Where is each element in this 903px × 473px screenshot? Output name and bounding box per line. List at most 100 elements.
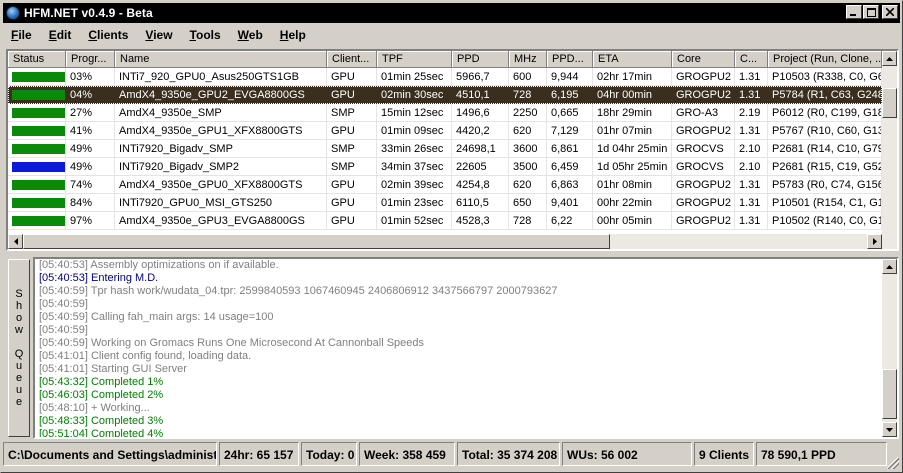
cell-ppd-mhz: 9,401 <box>547 194 593 212</box>
log-line: [05:48:33] Completed 3% <box>39 415 164 427</box>
scroll-up-button[interactable] <box>882 51 897 66</box>
scroll-left-button[interactable] <box>8 234 23 249</box>
menu-clients[interactable]: Clients <box>80 28 137 42</box>
cell-mhz: 2250 <box>509 104 547 122</box>
table-row[interactable]: 03% INTi7_920_GPU0_Asus250GTS1GB GPU 01min … <box>8 68 882 86</box>
status-indicator <box>12 180 65 190</box>
cell-eta: 04hr 00min <box>593 86 672 104</box>
grid-horizontal-thumb[interactable] <box>23 234 610 249</box>
cell-client: SMP <box>327 140 377 158</box>
cell-name: INTi7920_Bigadv_SMP <box>115 140 327 158</box>
cell-client: GPU <box>327 68 377 86</box>
cell-eta: 1d 04hr 25min <box>593 140 672 158</box>
table-row[interactable]: 41% AmdX4_9350e_GPU1_XFX8800GTS GPU 01min 0… <box>8 122 882 140</box>
minimize-button[interactable] <box>846 5 862 19</box>
cell-project: P5767 (R10, C60, G13 <box>768 122 882 140</box>
status-cell <box>8 194 66 212</box>
status-strip: C:\Documents and Settings\administ 24hr:… <box>3 442 902 468</box>
menu-web[interactable]: Web <box>230 28 272 42</box>
cell-tpf: 01min 23sec <box>377 194 452 212</box>
maximize-button[interactable] <box>863 5 879 19</box>
menu-help[interactable]: Help <box>272 28 315 42</box>
column-header[interactable]: Progr... <box>66 51 115 68</box>
column-header[interactable]: PPD... <box>547 51 593 68</box>
table-row[interactable]: 84% INTi7920_GPU0_MSI_GTS250 GPU 01min 23se… <box>8 194 882 212</box>
menu-edit[interactable]: Edit <box>41 28 81 42</box>
close-button[interactable] <box>882 5 898 19</box>
menu-view[interactable]: View <box>137 28 181 42</box>
menu-file[interactable]: File <box>3 28 41 42</box>
log-scroll-up-button[interactable] <box>882 259 897 274</box>
cell-ppd-mhz: 6,861 <box>547 140 593 158</box>
cell-ppd-mhz: 6,195 <box>547 86 593 104</box>
cell-mhz: 3500 <box>509 158 547 176</box>
cell-ppd: 24698,1 <box>452 140 509 158</box>
cell-client: SMP <box>327 158 377 176</box>
cell-project: P10503 (R338, C0, G6 <box>768 68 882 86</box>
menu-label: ile <box>18 28 32 42</box>
table-row[interactable]: 49% INTi7920_Bigadv_SMP2 SMP 34min 37sec 226… <box>8 158 882 176</box>
cell-name: AmdX4_9350e_GPU1_XFX8800GTS <box>115 122 327 140</box>
log-panel[interactable]: [05:40:53] Assembly optimizations on if … <box>33 257 899 439</box>
column-header[interactable]: TPF <box>377 51 452 68</box>
cell-name: AmdX4_9350e_GPU3_EVGA8800GS <box>115 212 327 230</box>
status-cell <box>8 158 66 176</box>
column-header[interactable]: Name <box>115 51 327 68</box>
cell-tpf: 15min 12sec <box>377 104 452 122</box>
cell-ppd-mhz: 0,665 <box>547 104 593 122</box>
cell-ppd-mhz: 6,459 <box>547 158 593 176</box>
cell-core: GROGPU2 <box>672 194 735 212</box>
arrow-right-icon <box>872 238 877 245</box>
menu-tools[interactable]: Tools <box>182 28 230 42</box>
title-bar[interactable]: HFM.NET v0.4.9 - Beta <box>3 3 900 23</box>
log-line: [05:40:59] Calling fah_main args: 14 usa… <box>39 311 274 323</box>
cell-core: GROGPU2 <box>672 212 735 230</box>
cell-tpf: 02min 30sec <box>377 86 452 104</box>
cell-ppd: 4254,8 <box>452 176 509 194</box>
grid-vertical-scrollbar[interactable] <box>882 51 897 249</box>
status-cell <box>8 86 66 104</box>
column-header[interactable]: Status <box>8 51 66 68</box>
arrow-down-icon <box>886 427 893 432</box>
column-header[interactable]: ETA <box>593 51 672 68</box>
grid-vertical-thumb[interactable] <box>882 88 897 118</box>
column-header[interactable]: Core <box>672 51 735 68</box>
cell-tpf: 33min 26sec <box>377 140 452 158</box>
cell-eta: 02hr 17min <box>593 68 672 86</box>
cell-ppd: 1496,6 <box>452 104 509 122</box>
table-row[interactable]: 27% AmdX4_9350e_SMP SMP 15min 12sec 1496,6 22… <box>8 104 882 122</box>
status-cell <box>8 122 66 140</box>
table-row[interactable]: 04% AmdX4_9350e_GPU2_EVGA8800GS GPU 02min 3… <box>8 86 882 104</box>
menu-mnemonic: W <box>237 28 249 42</box>
menu-label: elp <box>288 28 306 42</box>
menu-mnemonic: E <box>48 28 57 42</box>
scroll-right-button[interactable] <box>867 234 882 249</box>
status-cell <box>8 68 66 86</box>
menu-label: iew <box>153 28 173 42</box>
table-row[interactable]: 74% AmdX4_9350e_GPU0_XFX8800GTS GPU 02min 3… <box>8 176 882 194</box>
cell-progress: 04% <box>66 86 115 104</box>
log-lines: [05:40:53] Assembly optimizations on if … <box>39 259 879 437</box>
status-today: Today: 0 <box>301 442 357 466</box>
table-row[interactable]: 49% INTi7920_Bigadv_SMP SMP 33min 26sec 2469… <box>8 140 882 158</box>
table-row[interactable]: 97% AmdX4_9350e_GPU3_EVGA8800GS GPU 01min 5… <box>8 212 882 230</box>
column-header[interactable]: MHz <box>509 51 547 68</box>
grid-horizontal-scrollbar[interactable] <box>8 234 882 249</box>
column-header[interactable]: C... <box>735 51 768 68</box>
cell-name: AmdX4_9350e_SMP <box>115 104 327 122</box>
menu-label: lients <box>97 28 129 42</box>
log-line: [05:43:32] Completed 1% <box>39 376 164 388</box>
menu-label: ools <box>195 28 221 42</box>
column-header[interactable]: PPD <box>452 51 509 68</box>
status-cell <box>8 212 66 230</box>
resize-grip[interactable] <box>887 457 899 469</box>
status-wus: WUs: 56 002 <box>562 442 692 466</box>
column-header[interactable]: Client... <box>327 51 377 68</box>
column-header[interactable]: Project (Run, Clone, ... <box>768 51 882 68</box>
log-scroll-down-button[interactable] <box>882 422 897 437</box>
log-vertical-scrollbar[interactable] <box>882 259 897 437</box>
log-vertical-thumb[interactable] <box>882 369 897 419</box>
log-line: [05:40:53] Assembly optimizations on if … <box>39 259 279 271</box>
show-queue-button[interactable]: Show Queue <box>8 259 30 437</box>
cell-tpf: 01min 25sec <box>377 68 452 86</box>
